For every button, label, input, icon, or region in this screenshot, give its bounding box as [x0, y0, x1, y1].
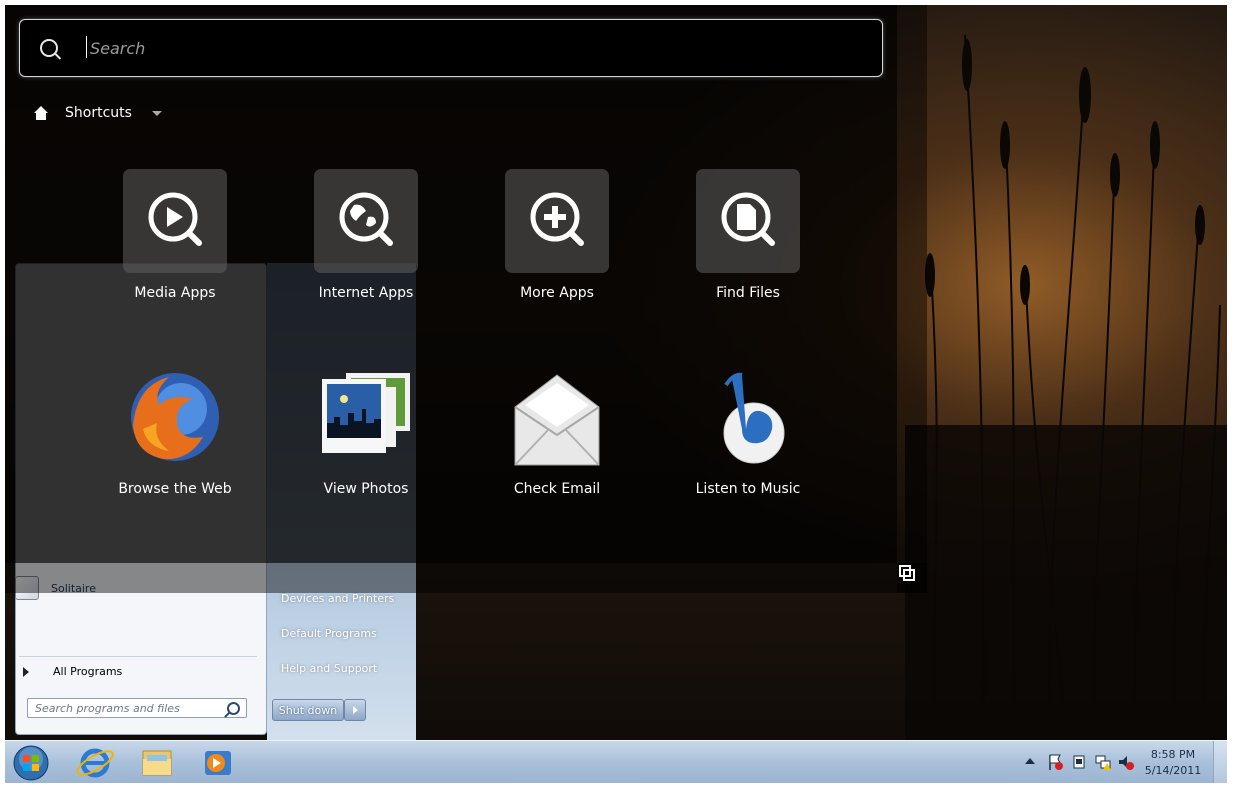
start-search-placeholder: Search programs and files	[35, 701, 180, 715]
device-icon[interactable]	[1071, 753, 1087, 771]
volume-muted-icon[interactable]	[1118, 753, 1134, 771]
help-and-support-link[interactable]: Help and Support	[281, 662, 377, 675]
internet-explorer-icon[interactable]	[71, 743, 119, 783]
media-player-icon[interactable]	[193, 743, 241, 783]
shortcuts-label: Shortcuts	[65, 105, 132, 121]
launcher-side-shadow	[897, 5, 927, 593]
internet-apps-label: Internet Apps	[318, 285, 414, 301]
music-note-icon[interactable]	[696, 365, 800, 469]
chevron-down-icon[interactable]	[151, 110, 162, 116]
globe-magnifier-icon	[339, 192, 393, 246]
check-email-label: Check Email	[513, 481, 601, 497]
envelope-icon[interactable]	[505, 365, 609, 469]
find-files-tile[interactable]	[696, 169, 800, 273]
firefox-icon[interactable]	[123, 365, 227, 469]
internet-apps-tile[interactable]	[314, 169, 418, 273]
action-center-flag-icon[interactable]	[1047, 753, 1063, 771]
find-files-label: Find Files	[716, 285, 780, 301]
network-warning-icon[interactable]	[1095, 753, 1111, 771]
resize-handle-icon[interactable]	[899, 565, 915, 581]
search-icon[interactable]	[227, 702, 240, 715]
shutdown-options-button[interactable]	[344, 699, 366, 721]
windows-start-button[interactable]	[11, 744, 51, 782]
home-icon	[34, 106, 48, 120]
taskbar: 8:58 PM 5/14/2011	[5, 740, 1227, 783]
more-apps-tile[interactable]	[505, 169, 609, 273]
browse-the-web-label: Browse the Web	[118, 481, 232, 497]
launcher-overlay: Shortcuts	[5, 5, 897, 563]
folder-icon[interactable]	[133, 743, 181, 783]
plus-magnifier-icon	[530, 192, 584, 246]
show-hidden-icons-button[interactable]	[1025, 758, 1035, 764]
shutdown-button[interactable]: Shut down	[272, 699, 344, 721]
all-programs-button[interactable]: All Programs	[23, 665, 122, 678]
launcher-bottom-shadow	[5, 563, 927, 593]
start-menu-divider	[19, 656, 257, 657]
play-magnifier-icon	[148, 192, 202, 246]
default-programs-link[interactable]: Default Programs	[281, 627, 377, 640]
shortcuts-dropdown[interactable]: Shortcuts	[33, 103, 162, 123]
media-apps-tile[interactable]	[123, 169, 227, 273]
devices-and-printers-link[interactable]: Devices and Printers	[281, 592, 394, 605]
text-caret	[86, 36, 87, 58]
taskbar-clock[interactable]: 8:58 PM 5/14/2011	[1141, 747, 1205, 779]
photos-icon[interactable]	[314, 365, 418, 469]
show-desktop-button[interactable]	[1213, 741, 1227, 783]
clock-date: 5/14/2011	[1144, 764, 1202, 777]
desktop: Solitaire All Programs Search programs a…	[5, 5, 1227, 783]
view-photos-label: View Photos	[323, 481, 409, 497]
more-apps-label: More Apps	[520, 285, 594, 301]
media-apps-label: Media Apps	[134, 285, 216, 301]
arrow-right-icon	[352, 706, 358, 714]
file-magnifier-icon	[721, 192, 775, 246]
launcher-search-box[interactable]	[19, 19, 883, 77]
start-search-input[interactable]: Search programs and files	[27, 698, 247, 718]
launcher-search-input[interactable]	[88, 32, 852, 64]
all-programs-label: All Programs	[53, 665, 123, 678]
triangle-right-icon	[23, 666, 29, 677]
search-icon	[40, 39, 58, 57]
listen-to-music-label: Listen to Music	[695, 481, 801, 497]
clock-time: 8:58 PM	[1150, 748, 1196, 761]
